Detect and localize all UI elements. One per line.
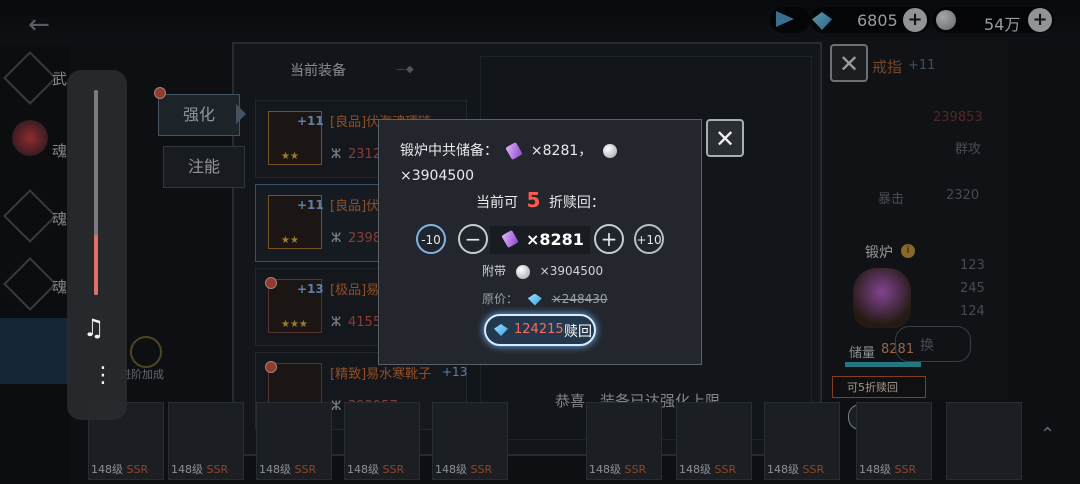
more-options-icon[interactable]: ⋮ xyxy=(92,365,114,387)
redeem-button[interactable]: 124215 赎回 xyxy=(484,314,596,346)
plus-button[interactable]: + xyxy=(594,224,624,254)
silver-total: ×3904500 xyxy=(400,168,475,184)
discount-number: 5 xyxy=(526,188,541,212)
crystal-count: ×8281， xyxy=(530,143,593,159)
minus-10-button[interactable]: -10 xyxy=(416,224,446,254)
volume-slider-fill xyxy=(94,235,98,295)
silver-coin-icon xyxy=(602,144,617,158)
original-price-line: 原价： ×248430 xyxy=(482,292,608,306)
discount-line: 当前可 5 折赎回： xyxy=(476,188,605,212)
redeem-label: 赎回 xyxy=(564,324,592,340)
music-widget: ♫ ⋮ xyxy=(67,70,127,420)
gem-icon xyxy=(494,324,508,336)
gem-icon xyxy=(527,293,542,306)
original-price: ×248430 xyxy=(551,292,608,306)
silver-coin-icon xyxy=(515,264,530,279)
storage-line: 锻炉中共储备： ×8281， xyxy=(400,140,617,161)
attach-value: ×3904500 xyxy=(539,264,604,278)
minus-button[interactable]: − xyxy=(458,224,488,254)
redeem-price: 124215 xyxy=(514,322,564,337)
quantity-value: ×8281 xyxy=(526,230,584,249)
plus-10-button[interactable]: +10 xyxy=(634,224,664,254)
crystal-icon xyxy=(505,141,524,161)
attach-line: 附带 ×3904500 xyxy=(482,264,604,279)
music-note-icon[interactable]: ♫ xyxy=(83,314,105,342)
close-dialog-button[interactable]: ✕ xyxy=(706,119,744,157)
